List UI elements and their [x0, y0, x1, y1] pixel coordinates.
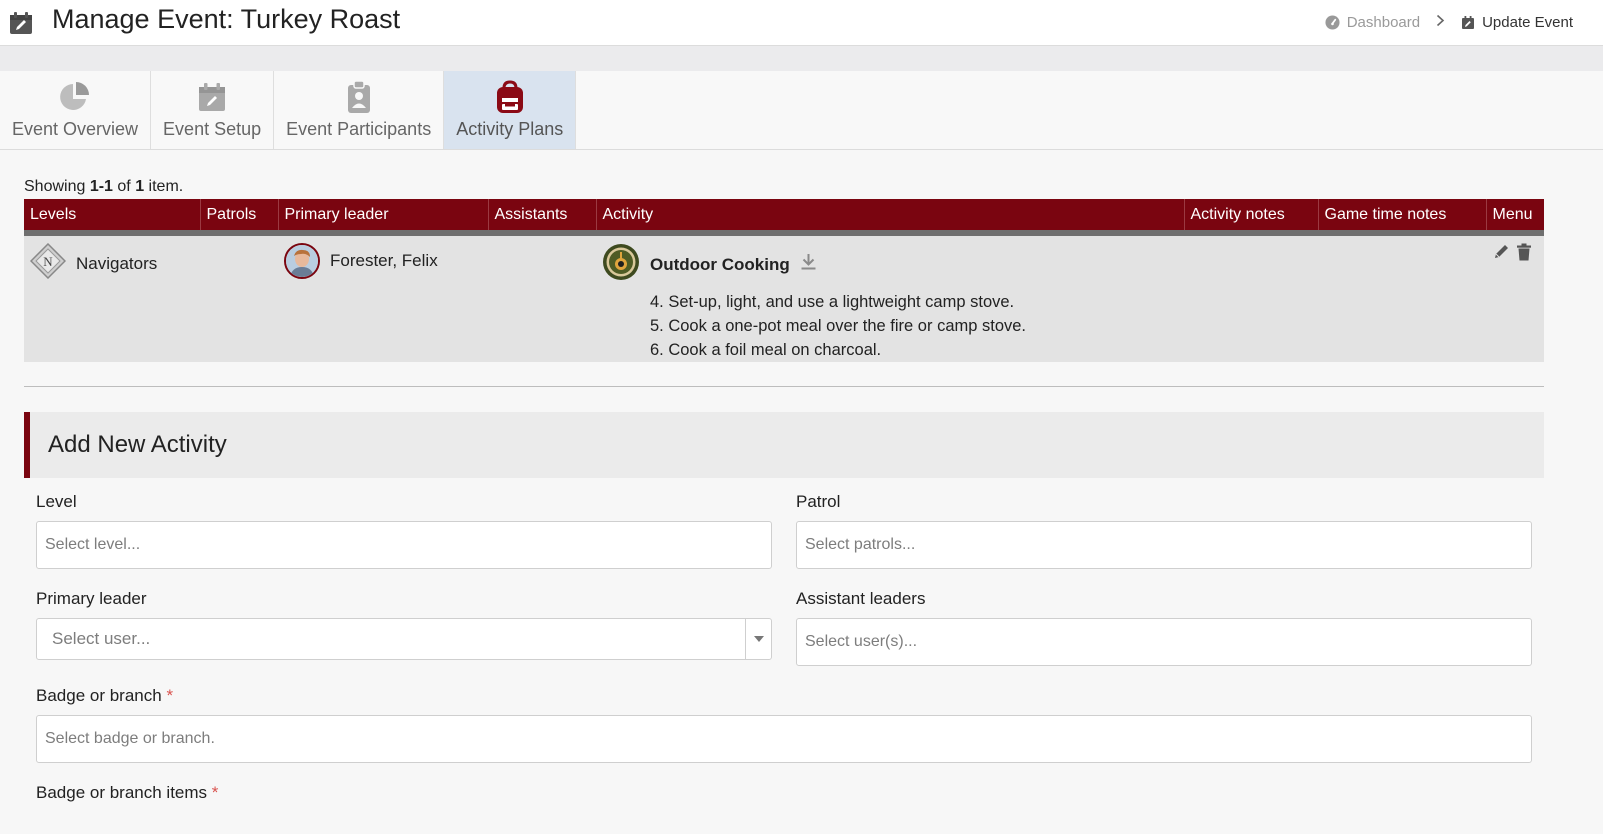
tab-bar: Event Overview Event Setup Event Partici… [0, 71, 1603, 150]
column-header-game-time-notes[interactable]: Game time notes [1318, 199, 1487, 236]
breadcrumb-update-event-label: Update Event [1482, 14, 1573, 31]
badge-items-field: Badge or branch items * [36, 783, 1532, 812]
column-header-levels[interactable]: Levels [24, 199, 201, 236]
tab-activity-plans[interactable]: Activity Plans [444, 71, 577, 149]
cell-activity-notes [1184, 233, 1318, 362]
summary-range: 1-1 [89, 178, 113, 195]
add-activity-form: Level Patrol Primary leader Select user.… [24, 478, 1544, 812]
results-summary: Showing 1-1 of 1 item. [24, 150, 1579, 199]
badge-items-label: Badge or branch items * [36, 783, 1532, 803]
activity-items-list: 4. Set-up, light, and use a lightweight … [650, 290, 1178, 362]
primary-leader-placeholder: Select user... [52, 629, 151, 648]
breadcrumb-dashboard[interactable]: Dashboard [1325, 14, 1420, 31]
top-bar: Manage Event: Turkey Roast Dashboard Upd… [0, 0, 1603, 46]
badge-field: Badge or branch * [36, 686, 1532, 763]
patrol-input[interactable] [796, 521, 1532, 569]
header-gap [0, 46, 1603, 71]
activity-plans-table: Levels Patrols Primary leader Assistants… [24, 199, 1544, 362]
table-header-row: Levels Patrols Primary leader Assistants… [24, 199, 1544, 236]
level-input[interactable] [36, 521, 772, 569]
chevron-right-icon [1436, 14, 1445, 32]
column-header-assistants[interactable]: Assistants [488, 199, 597, 236]
column-header-activity[interactable]: Activity [596, 199, 1185, 236]
main-content: Showing 1-1 of 1 item. Levels Patrols Pr… [0, 150, 1603, 812]
avatar [284, 243, 320, 279]
gauge-icon [1325, 15, 1340, 30]
svg-text:N: N [43, 254, 53, 269]
leader-name[interactable]: Forester, Felix [330, 251, 438, 271]
list-item: 4. Set-up, light, and use a lightweight … [650, 293, 1015, 311]
summary-prefix: Showing [24, 178, 90, 195]
calendar-edit-icon [8, 10, 34, 36]
navigators-badge-icon: N [29, 242, 67, 284]
primary-leader-field: Primary leader Select user... [36, 589, 772, 666]
tab-event-setup[interactable]: Event Setup [151, 71, 275, 149]
level-label: Level [36, 492, 77, 511]
activity-title[interactable]: Outdoor Cooking [650, 255, 790, 275]
cell-patrols [200, 233, 278, 362]
cell-game-time-notes [1318, 233, 1486, 362]
tab-label: Event Setup [163, 119, 262, 139]
column-header-patrols[interactable]: Patrols [200, 199, 279, 236]
required-asterisk: * [211, 783, 219, 802]
caret-down-icon[interactable] [745, 619, 771, 659]
badge-label: Badge or branch * [36, 686, 1532, 706]
cell-primary-leader: Forester, Felix [278, 233, 488, 362]
column-header-primary-leader[interactable]: Primary leader [278, 199, 489, 236]
breadcrumb-dashboard-label: Dashboard [1346, 14, 1421, 31]
level-name: Navigators [76, 253, 158, 273]
column-header-activity-notes[interactable]: Activity notes [1184, 199, 1319, 236]
summary-mid: of [112, 178, 136, 195]
list-item: 5. Cook a one-pot meal over the fire or … [650, 317, 1027, 335]
assistant-leaders-input[interactable] [796, 618, 1532, 666]
assistant-leaders-field: Assistant leaders [796, 589, 1532, 666]
id-badge-icon [346, 79, 372, 115]
badge-items-label-text: Badge or branch items [36, 783, 208, 802]
cell-activity: Outdoor Cooking 4. Set-up, light, and us… [596, 233, 1184, 362]
primary-leader-select[interactable]: Select user... [36, 618, 772, 660]
required-asterisk: * [166, 686, 174, 705]
summary-suffix: item. [144, 178, 184, 195]
primary-leader-label: Primary leader [36, 589, 147, 608]
section-divider [24, 386, 1544, 387]
tab-event-participants[interactable]: Event Participants [274, 71, 445, 149]
download-icon[interactable] [800, 253, 817, 276]
title-wrap: Manage Event: Turkey Roast [8, 4, 401, 38]
list-item: 6. Cook a foil meal on charcoal. [650, 341, 882, 359]
cell-assistants [488, 233, 596, 362]
form-title: Add New Activity [48, 431, 227, 458]
table-row: N Navigators Forester, Felix Outdoor Coo… [24, 233, 1544, 362]
assistant-leaders-label: Assistant leaders [796, 589, 926, 608]
badge-label-text: Badge or branch [36, 686, 162, 705]
tab-label: Activity Plans [456, 119, 564, 139]
breadcrumb: Dashboard Update Event [1325, 14, 1573, 32]
page-title: Manage Event: Turkey Roast [52, 4, 401, 34]
outdoor-cooking-badge-icon [602, 243, 640, 286]
column-header-menu: Menu [1486, 199, 1544, 236]
add-activity-panel-header: Add New Activity [24, 412, 1544, 478]
patrol-field: Patrol [796, 492, 1532, 569]
tab-event-overview[interactable]: Event Overview [0, 71, 152, 149]
trash-icon[interactable] [1516, 243, 1532, 266]
pencil-icon[interactable] [1493, 243, 1510, 266]
backpack-icon [495, 79, 525, 115]
tab-label: Event Participants [286, 119, 432, 139]
summary-total: 1 [135, 178, 145, 195]
calendar-edit-icon [197, 79, 227, 115]
patrol-label: Patrol [796, 492, 841, 511]
tab-label: Event Overview [12, 119, 139, 139]
calendar-edit-icon [1462, 16, 1475, 29]
level-field: Level [36, 492, 772, 569]
badge-input[interactable] [36, 715, 1532, 763]
pie-chart-icon [58, 79, 92, 115]
breadcrumb-update-event[interactable]: Update Event [1461, 14, 1573, 31]
cell-level: N Navigators [24, 233, 200, 362]
cell-menu [1486, 233, 1544, 362]
